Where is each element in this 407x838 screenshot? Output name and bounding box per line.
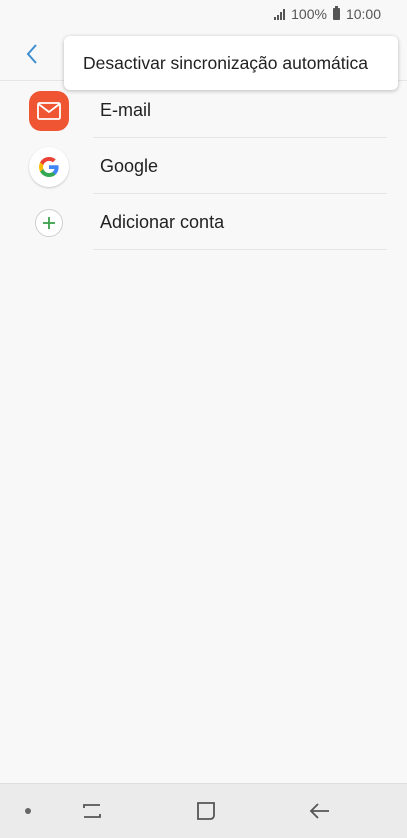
recents-button[interactable] <box>72 784 112 838</box>
account-label: E-mail <box>100 100 152 120</box>
signal-icon <box>274 8 286 20</box>
plus-icon <box>35 209 63 237</box>
home-button[interactable] <box>186 784 226 838</box>
recents-icon <box>83 804 101 818</box>
account-item-email[interactable]: E-mail <box>0 82 407 138</box>
divider <box>93 249 387 250</box>
account-item-google[interactable]: Google <box>0 138 407 194</box>
home-icon <box>197 802 215 820</box>
battery-percent: 100% <box>291 6 327 22</box>
chevron-left-icon <box>26 44 37 64</box>
status-bar: 100% 10:00 <box>0 0 407 28</box>
account-label: Google <box>100 156 159 176</box>
back-arrow-icon <box>309 803 329 819</box>
back-button[interactable] <box>18 40 46 68</box>
navigation-bar <box>0 783 407 838</box>
add-account-item[interactable]: Adicionar conta <box>0 194 407 250</box>
battery-icon <box>332 6 340 20</box>
account-list: E-mail Google Adicionar conta <box>0 82 407 250</box>
back-nav-button[interactable] <box>300 784 340 838</box>
email-icon <box>29 91 69 131</box>
nav-dot-icon[interactable] <box>18 784 38 838</box>
google-icon <box>29 147 69 187</box>
clock: 10:00 <box>345 6 381 22</box>
account-label: Adicionar conta <box>100 212 225 232</box>
popup-menu: Desactivar sincronização automática <box>64 36 398 90</box>
menu-item-disable-auto-sync[interactable]: Desactivar sincronização automática <box>83 53 368 74</box>
